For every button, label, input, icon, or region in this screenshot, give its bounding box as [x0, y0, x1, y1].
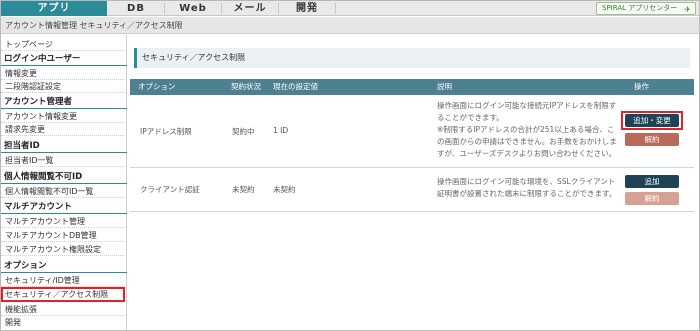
option-name: クライアント認証: [140, 185, 200, 194]
tab-divider: [335, 3, 336, 14]
sidebar-heading-multi-account: マルチアカウント: [1, 200, 127, 214]
tab-dev[interactable]: 開発: [279, 1, 335, 16]
table-row: IPアドレス制限 契約中 1 ID 操作画面にログイン可能な接続元IPアドレスを…: [130, 96, 694, 168]
column-header-description: 説明: [437, 82, 452, 91]
column-header-status: 契約状況: [231, 82, 261, 91]
column-header-value: 現在の設定値: [273, 82, 318, 91]
description-line: の画面からの申請はできません。お手数をおかけしま: [437, 137, 617, 146]
pin-icon: ✈: [684, 5, 691, 14]
description-line: 証明書が設置された端末に制限することができます。: [437, 189, 617, 198]
current-value: 未契約: [273, 185, 296, 194]
contract-status: 未契約: [232, 185, 255, 194]
top-nav: アプリ DB Web メール 開発 SPIRAL アプリセンター ✈: [1, 1, 699, 16]
description-line: 操作画面にログイン可能な接続元IPアドレスを制限す: [437, 101, 617, 110]
main-content: セキュリティ／アクセス制限 オプション 契約状況 現在の設定値 説明 操作 IP…: [128, 35, 698, 330]
contract-status: 契約中: [232, 127, 255, 136]
tab-app[interactable]: アプリ: [1, 1, 107, 16]
table-row: クライアント認証 未契約 未契約 操作画面にログイン可能な環境を、SSLクライア…: [130, 169, 694, 212]
tab-db[interactable]: DB: [108, 1, 164, 16]
sidebar-heading-personal-info: 個人情報閲覧不可ID: [1, 170, 127, 184]
sidebar-item-dev[interactable]: 開発: [1, 316, 127, 329]
cancel-contract-button-disabled[interactable]: 解約: [625, 192, 679, 205]
sidebar-item-security-id[interactable]: セキュリティ/ID管理: [1, 274, 127, 287]
option-description: 操作画面にログイン可能な接続元IPアドレスを制限す ることができます。 ※制限す…: [437, 100, 617, 160]
tab-web[interactable]: Web: [165, 1, 221, 16]
cancel-contract-button[interactable]: 解約: [625, 133, 679, 146]
sidebar-item-personal-info-list[interactable]: 個人情報閲覧不可ID一覧: [1, 185, 127, 198]
option-description: 操作画面にログイン可能な環境を、SSLクライアント 証明書が設置された端末に制限…: [437, 176, 616, 200]
sidebar-item-billing-change[interactable]: 請求先変更: [1, 123, 127, 136]
sidebar-item-multi-account-manage[interactable]: マルチアカウント管理: [1, 215, 127, 228]
description-line: ※制限するIPアドレスの合計が251以上ある場合、こ: [437, 125, 615, 134]
sidebar-item-info-change[interactable]: 情報変更: [1, 67, 127, 80]
add-button[interactable]: 追加: [625, 175, 679, 188]
sidebar-heading-login-user: ログイン中ユーザー: [1, 52, 127, 66]
sidebar-heading-account-admin: アカウント管理者: [1, 95, 127, 109]
description-line: 操作画面にログイン可能な環境を、SSLクライアント: [437, 177, 616, 186]
sidebar-item-account-info-change[interactable]: アカウント情報変更: [1, 110, 127, 123]
spiral-app-center-label: SPIRAL アプリセンター: [602, 4, 678, 12]
description-line: すが、ユーザーズデスクよりお問い合わせください。: [437, 149, 617, 158]
sidebar: トップページ ログイン中ユーザー 情報変更 二段階認証設定 アカウント管理者 ア…: [1, 35, 127, 330]
sidebar-item-security-access[interactable]: セキュリティ／アクセス制限: [1, 287, 125, 302]
column-header-actions: 操作: [634, 82, 649, 91]
add-change-button[interactable]: 追加・変更: [625, 114, 679, 127]
current-value: 1 ID: [273, 126, 289, 135]
sidebar-item-staff-id-list[interactable]: 担当者ID一覧: [1, 154, 127, 167]
sidebar-item-multi-account-permission[interactable]: マルチアカウント権限設定: [1, 243, 127, 256]
sidebar-heading-options: オプション: [1, 259, 127, 273]
column-header-option: オプション: [138, 82, 176, 91]
spiral-app-center-button[interactable]: SPIRAL アプリセンター ✈: [596, 2, 696, 15]
sidebar-item-two-factor[interactable]: 二段階認証設定: [1, 80, 127, 93]
sidebar-item-multi-account-db[interactable]: マルチアカウントDB管理: [1, 229, 127, 242]
option-name: IPアドレス制限: [140, 127, 192, 136]
sidebar-heading-staff-id: 担当者ID: [1, 139, 127, 153]
sidebar-item-extension[interactable]: 機能拡張: [1, 303, 127, 316]
sidebar-item-top-page[interactable]: トップページ: [1, 38, 127, 51]
breadcrumb: アカウント情報管理 セキュリティ／アクセス制限: [1, 17, 699, 34]
table-header: オプション 契約状況 現在の設定値 説明 操作: [130, 79, 694, 95]
description-line: ることができます。: [437, 113, 504, 122]
tab-mail[interactable]: メール: [222, 1, 278, 16]
page-title: セキュリティ／アクセス制限: [134, 48, 690, 68]
